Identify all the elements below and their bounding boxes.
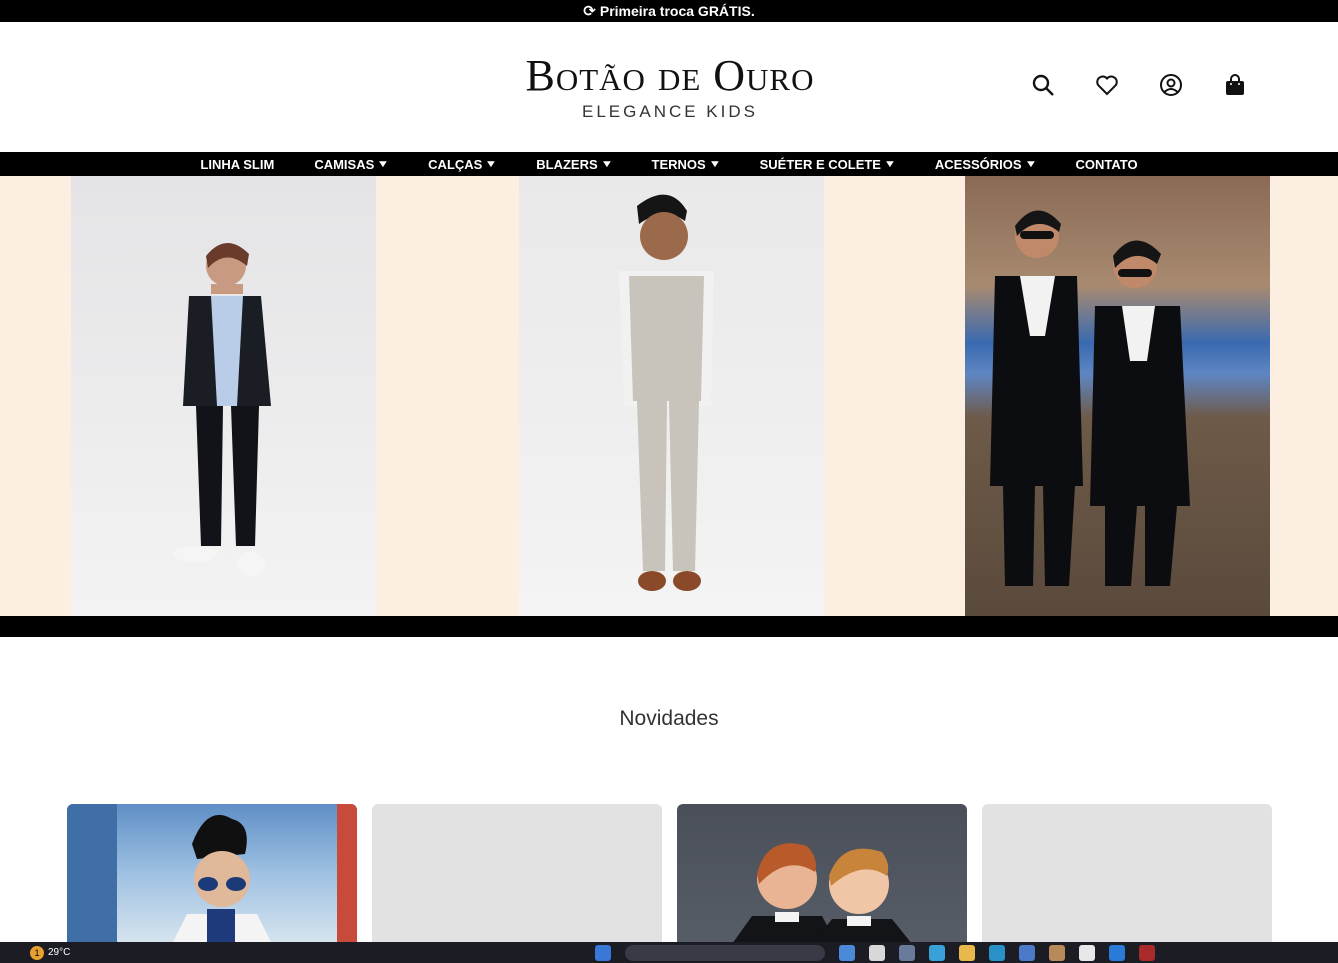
app-icon[interactable]	[1019, 945, 1035, 961]
product-card[interactable]	[372, 804, 662, 944]
nav-item-camisas[interactable]: CAMISAS ▼	[294, 157, 408, 172]
banner-photo-tuxedos	[965, 176, 1270, 616]
site-header: Botão de Ouro ELEGANCE KIDS	[0, 22, 1338, 152]
taskbar-apps	[595, 945, 1155, 961]
logo-brand: Botão de Ouro	[525, 51, 815, 100]
logo-tagline: ELEGANCE KIDS	[582, 102, 758, 121]
product-card[interactable]	[67, 804, 357, 944]
chevron-down-icon: ▼	[883, 158, 897, 170]
folder-icon[interactable]	[959, 945, 975, 961]
main-nav: LINHA SLIM CAMISAS ▼ CALÇAS ▼ BLAZERS ▼ TER…	[0, 152, 1338, 176]
search-icon[interactable]	[1030, 72, 1056, 98]
vscode-icon[interactable]	[1109, 945, 1125, 961]
chevron-down-icon: ▼	[376, 158, 390, 170]
chevron-down-icon: ▼	[708, 158, 722, 170]
site-logo[interactable]: Botão de Ouro ELEGANCE KIDS	[505, 52, 835, 122]
product-card[interactable]	[677, 804, 967, 944]
nav-item-linha-slim[interactable]: LINHA SLIM	[180, 157, 294, 172]
app-icon[interactable]	[899, 945, 915, 961]
weather-widget[interactable]: 1 29°C	[30, 945, 71, 960]
chevron-down-icon: ▼	[1024, 158, 1037, 170]
section-title-novidades: Novidades	[619, 707, 719, 730]
nav-item-acessorios[interactable]: ACESSÓRIOS ▼	[915, 157, 1056, 172]
hero-banner[interactable]	[0, 176, 1338, 616]
app-icon[interactable]	[869, 945, 885, 961]
os-taskbar: 1 29°C	[0, 942, 1338, 963]
chevron-down-icon: ▼	[484, 158, 498, 170]
banner-photo-vest	[519, 176, 824, 616]
app-icon[interactable]	[1079, 945, 1095, 961]
header-actions	[1030, 72, 1248, 98]
temperature: 29°C	[48, 947, 71, 958]
weather-badge: 1	[30, 945, 44, 960]
start-icon[interactable]	[595, 945, 611, 961]
nav-item-ternos[interactable]: TERNOS ▼	[632, 157, 740, 172]
app-icon[interactable]	[839, 945, 855, 961]
chevron-down-icon: ▼	[600, 158, 614, 170]
shopping-bag-icon[interactable]	[1222, 72, 1248, 98]
banner-photo-blazer	[71, 176, 376, 616]
user-icon[interactable]	[1158, 72, 1184, 98]
announcement-bar: ⟳ Primeira troca GRÁTIS.	[0, 0, 1338, 22]
app-icon[interactable]	[929, 945, 945, 961]
heart-icon[interactable]	[1094, 72, 1120, 98]
app-icon[interactable]	[1049, 945, 1065, 961]
app-icon[interactable]	[1139, 945, 1155, 961]
nav-item-blazers[interactable]: BLAZERS ▼	[516, 157, 631, 172]
announcement-text: Primeira troca GRÁTIS.	[599, 3, 755, 19]
nav-item-contato[interactable]: CONTATO	[1055, 157, 1157, 172]
product-card[interactable]	[982, 804, 1272, 944]
repeat-icon: ⟳	[583, 3, 596, 20]
nav-item-sueter-e-colete[interactable]: SUÉTER E COLETE ▼	[740, 157, 915, 172]
taskbar-search[interactable]	[625, 945, 825, 961]
banner-bottom-bar	[0, 616, 1338, 637]
app-icon[interactable]	[989, 945, 1005, 961]
nav-item-calcas[interactable]: CALÇAS ▼	[408, 157, 516, 172]
